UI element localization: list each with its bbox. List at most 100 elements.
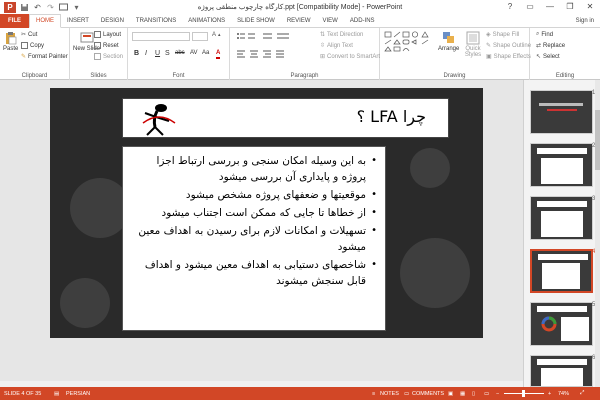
char-spacing-button[interactable]: AV [190, 50, 198, 56]
slide-thumbnail[interactable] [530, 196, 593, 240]
find-icon: ⌕ [536, 31, 540, 37]
indent-button[interactable] [262, 32, 290, 40]
tab-review[interactable]: REVIEW [281, 14, 317, 28]
notes-icon: ≡ [372, 390, 376, 397]
font-group: A ▴ B I U S abc AV Aa A Font [128, 28, 230, 80]
copy-button[interactable]: Copy [21, 42, 44, 49]
help-button[interactable]: ? [500, 0, 520, 14]
zoom-slider-thumb[interactable] [522, 390, 525, 397]
shape-fill-button[interactable]: ◈ Shape Fill [486, 31, 519, 39]
slide-body-box[interactable]: به این وسیله امکان سنجی و بررسی ارتباط ا… [122, 146, 386, 331]
notes-button[interactable]: NOTES [380, 391, 399, 397]
tab-view[interactable]: VIEW [317, 14, 344, 28]
reading-view-icon[interactable]: ▯ [472, 391, 475, 397]
undo-icon[interactable]: ↶ [33, 3, 42, 12]
underline-button[interactable]: U [155, 50, 160, 57]
start-slideshow-icon[interactable] [59, 3, 68, 12]
tab-home[interactable]: HOME [29, 14, 61, 28]
slide-thumbnail-selected[interactable] [530, 249, 593, 293]
arrange-button[interactable]: Arrange [438, 31, 459, 52]
thumb-title-box [537, 201, 587, 207]
slide-thumbnail[interactable] [530, 302, 593, 346]
ribbon-tabs: FILE HOME INSERT DESIGN TRANSITIONS ANIM… [0, 13, 600, 28]
bold-button[interactable]: B [134, 50, 139, 57]
select-icon: ↖ [536, 54, 542, 60]
tab-transitions[interactable]: TRANSITIONS [130, 14, 182, 28]
save-icon[interactable] [20, 3, 29, 12]
shape-effects-button[interactable]: ▣ Shape Effects [486, 53, 531, 61]
quick-styles-button[interactable]: Quick Styles [462, 31, 484, 58]
thumb-title-box [538, 254, 588, 260]
tab-insert[interactable]: INSERT [61, 14, 95, 28]
slide-thumbnail[interactable] [530, 355, 593, 387]
language-indicator[interactable]: PERSIAN [66, 391, 90, 397]
select-button[interactable]: ↖ Select [536, 53, 560, 61]
layout-icon [94, 31, 101, 38]
slide-sorter-icon[interactable]: ▦ [460, 391, 465, 397]
tab-animations[interactable]: ANIMATIONS [182, 14, 231, 28]
comments-button[interactable]: COMMENTS [412, 391, 444, 397]
close-button[interactable]: ✕ [580, 0, 600, 14]
reset-button[interactable]: Reset [94, 42, 119, 49]
bullet-item: به این وسیله امکان سنجی و بررسی ارتباط ا… [131, 153, 378, 185]
align-icons [237, 50, 284, 58]
editing-label: Editing [555, 73, 575, 79]
paste-button[interactable]: Paste [3, 31, 18, 52]
layout-button[interactable]: Layout [94, 31, 121, 38]
smartart-icon: ⊞ [320, 54, 326, 60]
grow-font-icon[interactable]: A ▴ [212, 32, 221, 38]
change-case-button[interactable]: Aa [202, 50, 209, 56]
zoom-in-icon[interactable]: + [548, 391, 551, 397]
current-slide[interactable]: چرا LFA ؟ به این وسیله امکان سنجی و بررس… [50, 88, 483, 338]
thumbnails-scrollbar[interactable] [595, 80, 600, 387]
proofing-icon[interactable]: ▤ [54, 391, 59, 397]
bullet-list: به این وسیله امکان سنجی و بررسی ارتباط ا… [131, 153, 377, 289]
slide-title-box[interactable]: چرا LFA ؟ [122, 98, 449, 138]
paintbrush-icon: ✎ [21, 54, 27, 60]
sign-in-link[interactable]: Sign in [576, 14, 594, 28]
slideshow-view-icon[interactable]: ▭ [484, 391, 489, 397]
redo-icon[interactable]: ↷ [46, 3, 55, 12]
tab-design[interactable]: DESIGN [95, 14, 130, 28]
minimize-button[interactable]: — [540, 0, 560, 14]
slide-editing-area[interactable]: چرا LFA ؟ به این وسیله امکان سنجی و بررس… [0, 80, 523, 387]
text-direction-button[interactable]: ⇅ Text Direction [320, 31, 363, 39]
bullets-button[interactable] [236, 32, 256, 40]
window-title: کارگاه چارچوب منطقی پروژه.ppt [Compatibi… [197, 4, 403, 11]
tab-slide-show[interactable]: SLIDE SHOW [231, 14, 281, 28]
align-buttons[interactable] [236, 50, 288, 58]
find-button[interactable]: ⌕ Find [536, 31, 553, 38]
cut-button[interactable]: ✂ Cut [21, 31, 37, 39]
convert-smartart-button[interactable]: ⊞ Convert to SmartArt [320, 53, 380, 61]
tab-add-ins[interactable]: ADD-INS [344, 14, 381, 28]
zoom-out-icon[interactable]: − [496, 391, 499, 397]
shadow-button[interactable]: S [165, 50, 170, 57]
font-name-box[interactable] [132, 32, 190, 41]
strikethrough-button[interactable]: abc [175, 50, 185, 56]
italic-button[interactable]: I [145, 50, 147, 57]
background-decoration [70, 178, 130, 238]
format-painter-button[interactable]: ✎ Format Painter [21, 53, 68, 61]
section-button[interactable]: Section [94, 53, 123, 60]
zoom-level[interactable]: 74% [558, 391, 569, 397]
slide-thumbnail[interactable] [530, 143, 593, 187]
powerpoint-logo-icon[interactable]: P [4, 1, 16, 13]
tab-file[interactable]: FILE [0, 13, 29, 28]
shapes-gallery[interactable] [384, 31, 436, 57]
scrollbar-thumb[interactable] [595, 110, 600, 170]
slide-thumbnail[interactable] [530, 90, 593, 134]
align-text-icon: ⇳ [320, 43, 326, 49]
fit-to-window-icon[interactable]: ⤢ [580, 390, 584, 397]
shape-outline-button[interactable]: ✎ Shape Outline [486, 42, 531, 50]
normal-view-icon[interactable]: ▣ [448, 391, 453, 397]
align-text-button[interactable]: ⇳ Align Text [320, 42, 353, 50]
font-color-button[interactable]: A [216, 50, 221, 59]
customize-qat-icon[interactable]: ▾ [72, 3, 81, 12]
replace-button[interactable]: ⇄ Replace [536, 42, 565, 50]
ribbon-display-icon[interactable]: ▭ [520, 0, 540, 14]
thumb-title-box [537, 306, 587, 312]
restore-button[interactable]: ❐ [560, 0, 580, 14]
font-size-box[interactable] [192, 32, 208, 41]
paste-icon [5, 32, 16, 45]
slides-group: New Slide Layout Reset Section Slides [70, 28, 128, 80]
